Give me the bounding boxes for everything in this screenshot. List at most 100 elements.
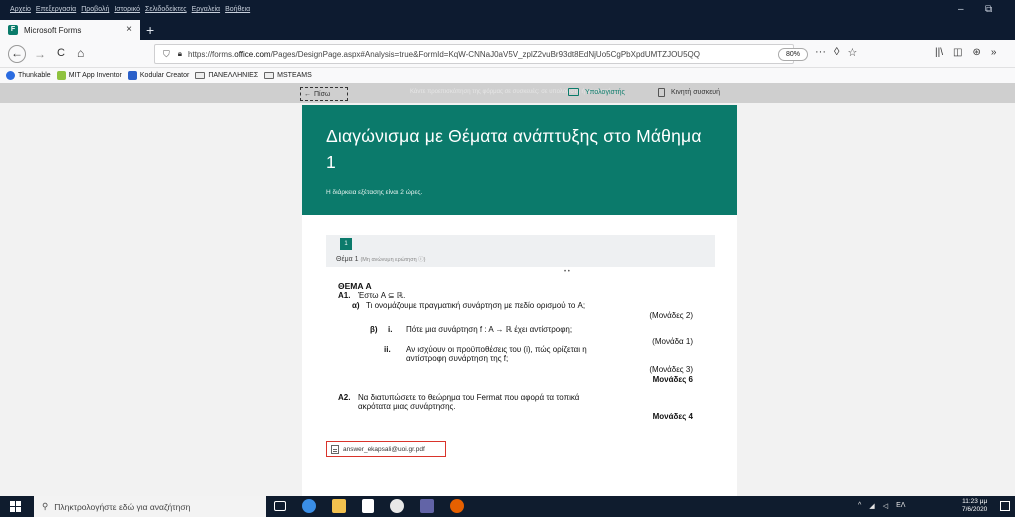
menu-help[interactable]: Βοήθεια [225,6,250,13]
chevron-up-icon[interactable]: ^ [858,502,861,510]
restore-button[interactable]: ⧉ [985,4,992,15]
document-icon [331,444,339,454]
url-text: https://forms.office.com/Pages/DesignPag… [188,50,700,59]
minimize-button[interactable]: – [958,4,964,15]
exam-dots: • • [564,269,570,275]
bookmark-kodular-creator[interactable]: Kodular Creator [127,71,189,80]
account-icon[interactable]: ⊛ [972,47,980,58]
exam-b-label: β) [370,325,378,334]
exam-a2-text-1: Να διατυπώσετε το θεώρημα του Fermat που… [358,393,580,402]
edge-icon[interactable] [302,499,316,513]
exam-marks-4: Μονάδες 4 [652,412,693,421]
reload-button[interactable]: C [57,47,65,59]
taskbar-search-box[interactable]: ⚲ Πληκτρολογήστε εδώ για αναζήτηση [34,496,266,517]
exam-a2-label: Α2. [338,393,351,402]
search-placeholder: Πληκτρολογήστε εδώ για αναζήτηση [54,501,191,512]
exam-marks-1: (Μονάδα 1) [652,337,693,346]
url-prefix: https://forms. [188,49,235,59]
bookmark-label: ΠΑΝΕΛΛΗΝΙΕΣ [208,72,259,79]
exam-a2-text-2: ακρότατα μιας συνάρτησης. [358,402,456,411]
new-tab-button[interactable]: + [146,22,154,38]
exam-bii-text-1: Αν ισχύουν οι προϋποθέσεις του (i), πώς … [406,345,587,354]
preview-mobile-option[interactable]: Κινητή συσκευή [658,88,720,97]
bookmark-folder-panellinies[interactable]: ΠΑΝΕΛΛΗΝΙΕΣ [195,72,258,79]
windows-start-icon[interactable] [10,501,21,512]
exam-a1-label: Α1. [338,291,351,300]
form-title: Διαγώνισμα με Θέματα ανάπτυξης στο Μάθημ… [326,126,702,172]
menu-bar: Αρχείο Επεξεργασία Προβολή Ιστορικό Σελι… [0,0,1015,20]
exam-a-text: Τι ονομάζουμε πραγματική συνάρτηση με πε… [366,301,586,310]
mit-app-inventor-icon [56,71,66,80]
arrow-left-icon: ← [304,90,311,98]
bookmark-star-icon[interactable]: ☆ [847,46,857,59]
exam-a-label: α) [352,301,360,310]
bookmarks-toolbar: Thunkable MIT App Inventor Kodular Creat… [0,68,1015,83]
question-title: Θέμα 1 [336,256,359,263]
search-icon: ⚲ [42,501,49,511]
volume-icon[interactable]: ◁ [883,502,888,510]
task-view-icon[interactable] [274,501,286,511]
address-bar[interactable]: ⛉ 🔒︎ https://forms.office.com/Pages/Desi… [154,44,794,64]
chrome-icon[interactable] [390,499,404,513]
preview-computer-option[interactable]: Υπολογιστής [568,88,625,96]
home-button[interactable]: ⌂ [77,46,84,60]
firefox-icon[interactable] [450,499,464,513]
menu-items: Αρχείο Επεξεργασία Προβολή Ιστορικό Σελι… [10,6,250,13]
exam-bii-label: ii. [384,345,391,354]
exam-heading: ΘΕΜΑ Α [338,281,372,291]
exam-bii-text-2: αντίστροφη συνάρτηση της f; [406,354,509,363]
exam-bi-label: i. [388,325,393,334]
attachment-filename: answer_ekapsali@uoi.gr.pdf [343,445,425,453]
clock-time: 11:23 μμ [962,498,988,505]
network-icon[interactable]: ◢ [869,502,874,510]
exam-marks-2: (Μονάδες 2) [649,311,693,320]
store-icon[interactable] [362,499,374,513]
page-content: ← Πίσω Κάντε προεπισκόπηση της φόρμας σε… [0,83,1015,496]
bookmark-folder-msteams[interactable]: MSTEAMS [264,72,312,79]
back-link[interactable]: ← Πίσω [300,87,348,101]
question-card: 1 Θέμα 1 (Μη ανώνυμη ερώτηση ⓘ) [326,235,715,267]
language-indicator[interactable]: ΕΛ [896,502,905,510]
close-tab-icon[interactable]: × [126,24,132,35]
menu-edit[interactable]: Επεξεργασία [36,6,76,13]
exam-marks-6: Μονάδες 6 [652,375,693,384]
page-actions-icon[interactable]: ··· [815,46,826,59]
preview-bar: ← Πίσω Κάντε προεπισκόπηση της φόρμας σε… [0,83,1015,103]
question-label: Θέμα 1 (Μη ανώνυμη ερώτηση ⓘ) [336,255,426,263]
question-subtitle: (Μη ανώνυμη ερώτηση ⓘ) [360,257,426,263]
exam-marks-3: (Μονάδες 3) [649,365,693,374]
clock[interactable]: 11:23 μμ 7/6/2020 [962,498,987,514]
library-icon[interactable]: ||\ [935,47,943,58]
file-explorer-icon[interactable] [332,499,346,513]
clock-date: 7/6/2020 [962,506,988,513]
teams-icon[interactable] [420,499,434,513]
menu-file[interactable]: Αρχείο [10,6,31,13]
menu-view[interactable]: Προβολή [81,6,109,13]
bookmark-thunkable[interactable]: Thunkable [6,71,51,80]
bookmark-mit-app-inventor[interactable]: MIT App Inventor [56,71,122,80]
microsoft-forms-icon: F [8,25,18,35]
menu-history[interactable]: Ιστορικό [114,6,140,13]
menu-tools[interactable]: Εργαλεία [192,6,220,13]
forward-button[interactable]: → [34,47,46,61]
notifications-icon[interactable] [1000,501,1010,511]
phone-icon [658,88,665,97]
taskbar: ⚲ Πληκτρολογήστε εδώ για αναζήτηση ^ ◢ ◁… [0,496,1015,517]
back-button[interactable]: ← [8,45,26,63]
tab-bar: F Microsoft Forms × + [0,20,1015,40]
exam-a1-text: Έστω A ⊆ ℝ. [358,291,406,300]
pocket-icon[interactable]: ◊ [834,46,839,59]
zoom-level-badge[interactable]: 80% [778,48,808,61]
shield-icon: ⛉ [163,48,170,59]
tab-title: Microsoft Forms [24,25,82,35]
system-tray: ^ ◢ ◁ ΕΛ [858,502,905,510]
thunkable-icon [6,71,15,80]
attachment-file[interactable]: answer_ekapsali@uoi.gr.pdf [326,441,446,457]
folder-icon [195,72,206,79]
tab-microsoft-forms[interactable]: F Microsoft Forms × [0,20,140,40]
sidebar-icon[interactable]: ◫ [953,47,962,58]
bookmark-label: Thunkable [18,72,51,79]
url-path: /Pages/DesignPage.aspx#Analysis=true&For… [270,49,700,59]
overflow-menu-icon[interactable]: » [991,47,997,58]
menu-bookmarks[interactable]: Σελιδοδείκτες [145,6,187,13]
